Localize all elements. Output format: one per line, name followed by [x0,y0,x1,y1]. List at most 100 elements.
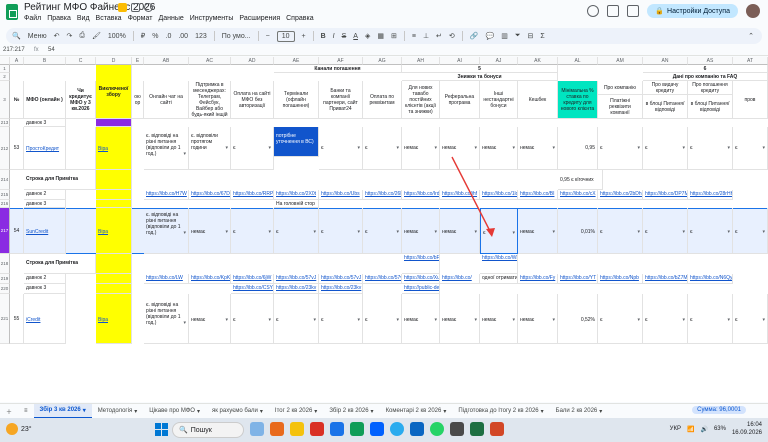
dropdown-cell[interactable]: немає [480,127,518,170]
chart-icon[interactable]: ▥ [501,32,508,40]
dropdown-cell[interactable]: є [643,294,688,344]
mfo-name-link[interactable]: SunCredit [24,208,66,254]
link-icon[interactable]: 🔗 [470,32,479,40]
fee-cell[interactable]: Віра [96,208,132,254]
screenshot-link[interactable]: https://ibb.co/ [440,274,480,284]
whatsapp-icon[interactable] [430,422,444,436]
row-header[interactable]: 221 [0,294,10,344]
screenshot-link[interactable]: https://ibb.co/28rHH [688,190,733,200]
dropbox-icon[interactable] [370,422,384,436]
redo-icon[interactable]: ↷ [67,32,73,40]
move-folder-icon[interactable] [131,3,140,12]
comments-icon[interactable] [607,5,620,17]
column-header-af[interactable]: AF [319,57,363,65]
screenshot-link[interactable]: https://ibb.co/6jW [231,274,274,284]
sheets-logo-icon[interactable] [6,4,18,20]
row-header[interactable]: 218 [0,254,10,274]
screenshot-link[interactable]: https://ibb.co/H7W [144,190,189,200]
screenshot-link[interactable]: https://ibb.co/Ubs [319,190,363,200]
dropdown-cell[interactable]: є [598,294,643,344]
share-button[interactable]: 🔒 Настройки Доступа [647,4,738,18]
column-header-ab[interactable]: AB [144,57,189,65]
cell[interactable] [96,254,132,274]
dropdown-cell[interactable]: немає [518,127,558,170]
screenshot-link[interactable]: https://ibb.co/KpKc [189,274,231,284]
row-header[interactable]: 3 [0,81,10,119]
note-cell[interactable]: 0,95 є кїгочних [558,170,603,190]
menu-insert[interactable]: Вставка [96,15,122,22]
search-icon[interactable]: 🔍 [12,32,21,40]
fill-color-icon[interactable]: ◈ [365,32,370,40]
name-box[interactable]: 217:217 [0,47,34,53]
menu-format[interactable]: Формат [128,15,153,22]
screenshot-link[interactable]: https://ibb.co/DP7M [643,190,688,200]
tab-sheet[interactable]: Методологія ▾ [92,404,144,419]
increase-decimal-button[interactable]: .00 [178,33,188,40]
undo-icon[interactable]: ↶ [54,32,60,40]
screenshot-link[interactable]: https://ibb.co/bZ7M [643,274,688,284]
note-cell[interactable]: потрібне уточнення в ВС) [274,127,319,157]
opera-app-icon[interactable] [270,422,284,436]
row-header[interactable]: 220 [0,284,10,294]
decrease-decimal-button[interactable]: .0 [166,33,172,40]
app-icon[interactable] [450,422,464,436]
taskbar-search[interactable]: 🔍 Пошук [172,422,244,438]
dropdown-cell[interactable]: є [733,208,768,254]
screenshot-link[interactable]: https://ibb.co/23kv [274,284,319,294]
menu-data[interactable]: Данные [158,15,183,22]
filter-icon[interactable]: ⏷ [515,32,521,40]
volume-icon[interactable]: 🔊 [700,426,707,433]
align-icon[interactable]: ≡ [412,33,416,40]
app-icon[interactable] [490,422,504,436]
screenshot-link[interactable]: https://ibb.co/bF [402,254,440,274]
font-select[interactable]: По умо... [222,33,251,40]
paint-format-icon[interactable]: 🖌 [92,32,101,40]
screenshot-link[interactable]: https://ibb.co/Fy [518,274,558,284]
cell[interactable] [96,200,132,208]
dropdown-cell[interactable]: немає [480,294,518,344]
windows-start-icon[interactable] [155,423,168,436]
tab-sheet[interactable]: Бали 2 кв 2026 ▾ [550,404,609,419]
dropdown-cell[interactable]: є [319,127,363,170]
note-label[interactable]: давнок 3 [24,284,66,294]
zoom-select[interactable]: 100% [108,33,126,40]
print-icon[interactable]: ⎙ [79,32,85,40]
note-label[interactable]: давнок 3 [24,200,66,208]
screenshot-link[interactable]: https://ibb.co/Xu [402,274,440,284]
language-indicator[interactable]: УКР [670,426,681,432]
column-header-ai[interactable]: AI [440,57,480,65]
column-header-e[interactable]: E [132,57,144,65]
menu-tools[interactable]: Инструменты [190,15,234,22]
menu-help[interactable]: Справка [286,15,313,22]
screenshot-link[interactable]: https://ibb.co/1ld [480,190,518,200]
menu-view[interactable]: Вид [77,15,90,22]
battery-indicator[interactable]: 63% [714,426,726,432]
screenshot-link[interactable]: https://ibb.co/2bDhD [598,190,643,200]
dropdown-cell[interactable]: є [688,294,733,344]
screenshot-link[interactable]: https://ibb.co/57vJ [363,274,402,284]
screenshot-link[interactable]: https://ibb.co/26H9 [363,190,402,200]
dropdown-cell[interactable]: є [733,127,768,170]
merge-icon[interactable]: ⊞ [391,32,397,40]
italic-icon[interactable]: I [333,33,335,40]
screenshot-link[interactable]: https://ibb.co/Npb [598,274,643,284]
dropdown-cell[interactable]: є [598,208,643,254]
borders-icon[interactable]: ▦ [377,32,384,40]
file-explorer-icon[interactable] [290,422,304,436]
column-header-at[interactable]: AT [733,57,768,65]
screenshot-link[interactable]: https://ibb.co/57vJ [319,274,363,284]
fee-cell[interactable]: Віра [96,294,132,344]
clock[interactable]: 16:04 16.09.2026 [732,421,762,437]
screenshot-link[interactable]: https://ibb.co/23kv [319,284,363,294]
cell[interactable] [96,190,132,200]
row-header[interactable]: 2 [0,73,10,81]
screenshot-link[interactable]: https://ibb.co/CSY [231,284,274,294]
screenshot-link[interactable]: https://ibb.co/RRP [231,190,274,200]
row-header[interactable]: 215 [0,190,10,200]
column-header-ad[interactable]: AD [231,57,274,65]
dropdown-cell[interactable]: є. відповіді на різні питання (відповіли… [144,294,189,344]
column-header-an[interactable]: AN [643,57,688,65]
note-label[interactable]: Строка для Примітка [24,170,96,190]
screenshot-link[interactable]: https://ibb.co/YT [558,274,598,284]
note-cell[interactable]: одної отримати [480,274,518,284]
